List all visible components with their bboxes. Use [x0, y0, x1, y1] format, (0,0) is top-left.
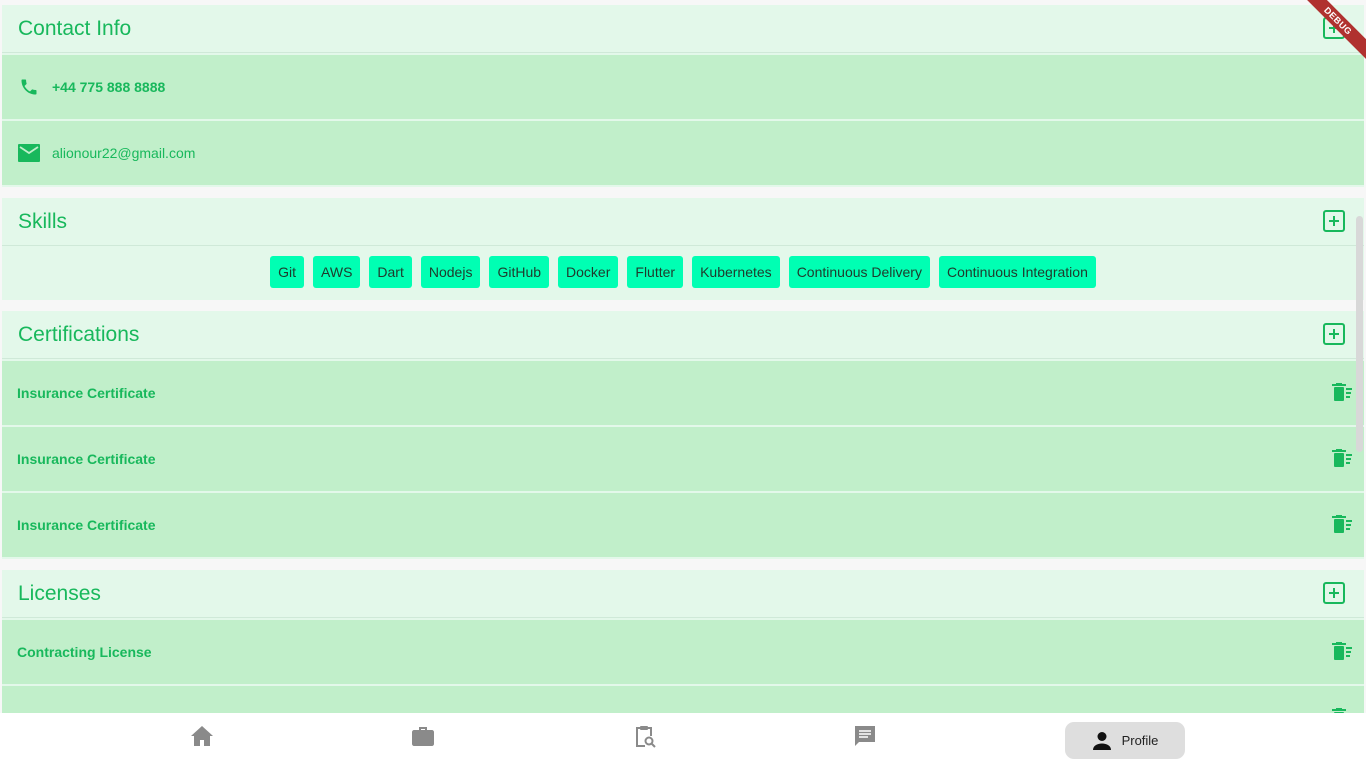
certification-row[interactable]: Insurance Certificate	[2, 427, 1364, 491]
license-row[interactable]: Contracting License	[2, 620, 1364, 684]
certification-name: Insurance Certificate	[17, 451, 156, 467]
certifications-card: Certifications Insurance Certificate Ins…	[2, 311, 1364, 559]
skills-card: Skills Git AWS Dart Nodejs GitHub Docker…	[2, 198, 1364, 300]
email-address: alionour22@gmail.com	[52, 145, 196, 161]
skills-title: Skills	[18, 209, 68, 233]
delete-sweep-icon[interactable]	[1331, 383, 1353, 403]
skill-chip[interactable]: Docker	[558, 256, 619, 288]
nav-home[interactable]	[189, 723, 215, 749]
licenses-title: Licenses	[18, 581, 101, 605]
license-row[interactable]	[2, 686, 1364, 713]
plus-icon	[1329, 216, 1339, 226]
skills-chip-list: Git AWS Dart Nodejs GitHub Docker Flutte…	[2, 256, 1364, 288]
delete-sweep-icon[interactable]	[1331, 515, 1353, 535]
certifications-title: Certifications	[18, 322, 140, 346]
nav-messages[interactable]	[852, 723, 878, 749]
certification-row[interactable]: Insurance Certificate	[2, 361, 1364, 425]
email-icon	[18, 142, 40, 164]
licenses-card: Licenses Contracting License	[2, 570, 1364, 713]
contact-email-row[interactable]: alionour22@gmail.com	[2, 121, 1364, 185]
license-name: Contracting License	[17, 644, 152, 660]
add-skill-button[interactable]	[1323, 210, 1345, 232]
profile-scroll-view[interactable]: Contact Info +44 775 888 8888 alionour22…	[0, 0, 1366, 713]
phone-number: +44 775 888 8888	[52, 79, 166, 95]
nav-profile[interactable]: Profile	[1065, 722, 1185, 759]
skill-chip[interactable]: Git	[270, 256, 305, 288]
contact-info-header: Contact Info	[2, 5, 1364, 53]
clipboard-search-icon	[636, 726, 656, 748]
certification-row[interactable]: Insurance Certificate	[2, 493, 1364, 557]
person-icon	[1092, 731, 1111, 750]
contact-info-title: Contact Info	[18, 16, 132, 40]
delete-sweep-icon[interactable]	[1331, 642, 1353, 662]
phone-icon	[18, 76, 40, 98]
delete-sweep-icon[interactable]	[1331, 449, 1353, 469]
skill-chip[interactable]: AWS	[313, 256, 361, 288]
skill-chip[interactable]: Kubernetes	[692, 256, 780, 288]
certifications-header: Certifications	[2, 311, 1364, 359]
nav-profile-label: Profile	[1121, 733, 1159, 748]
skill-chip[interactable]: Continuous Delivery	[788, 256, 930, 288]
skill-chip[interactable]: Flutter	[627, 256, 684, 288]
licenses-header: Licenses	[2, 570, 1364, 618]
skill-chip[interactable]: Dart	[369, 256, 412, 288]
skills-header: Skills	[2, 198, 1364, 246]
skill-chip[interactable]: Nodejs	[420, 256, 481, 288]
certification-name: Insurance Certificate	[17, 517, 156, 533]
certification-name: Insurance Certificate	[17, 385, 156, 401]
plus-icon	[1329, 329, 1339, 339]
nav-jobs[interactable]	[410, 723, 436, 749]
chat-icon	[855, 726, 875, 746]
contact-info-card: Contact Info +44 775 888 8888 alionour22…	[2, 5, 1364, 187]
briefcase-icon	[412, 727, 434, 746]
skill-chip[interactable]: GitHub	[489, 256, 550, 288]
home-icon	[191, 726, 213, 746]
add-certification-button[interactable]	[1323, 323, 1345, 345]
scrollbar-thumb[interactable]	[1356, 216, 1363, 452]
bottom-navigation-bar: Profile	[0, 713, 1366, 768]
skill-chip[interactable]: Continuous Integration	[938, 256, 1096, 288]
contact-phone-row[interactable]: +44 775 888 8888	[2, 55, 1364, 119]
plus-icon	[1329, 588, 1339, 598]
add-license-button[interactable]	[1323, 582, 1345, 604]
nav-applications[interactable]	[631, 723, 657, 749]
